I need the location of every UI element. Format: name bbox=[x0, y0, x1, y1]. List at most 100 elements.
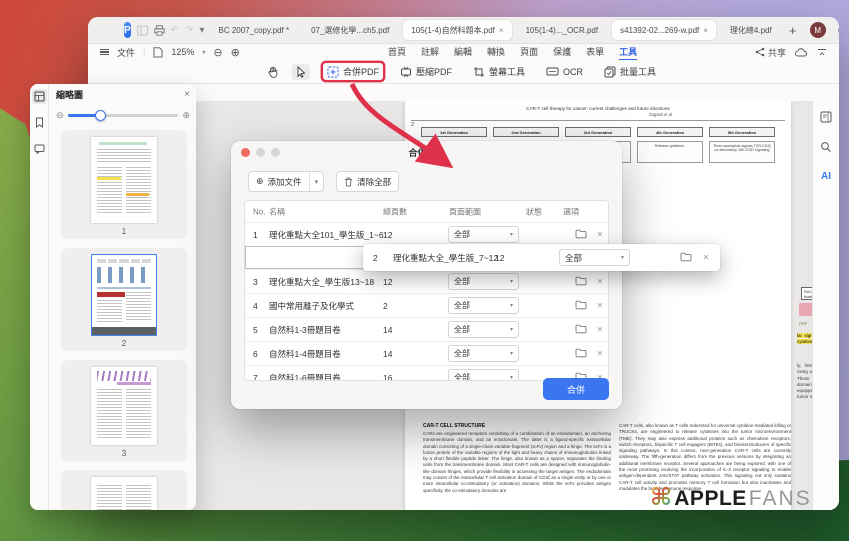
table-row[interactable]: 1 理化重點大全101_學生版_1~6 12 全部▾ × bbox=[245, 222, 608, 246]
search-icon[interactable] bbox=[820, 141, 832, 153]
file-menu-label[interactable]: 文件 bbox=[117, 46, 135, 59]
close-panel-icon[interactable]: × bbox=[184, 89, 190, 100]
slider-zoom-out-icon[interactable]: ⊖ bbox=[56, 110, 64, 121]
properties-panel-icon[interactable] bbox=[820, 111, 832, 123]
zoom-chevron-icon[interactable]: ▾ bbox=[202, 49, 205, 56]
range-dropdown[interactable]: 全部▾ bbox=[559, 249, 630, 266]
ocr-button[interactable]: OCR bbox=[542, 64, 587, 79]
hand-tool-icon[interactable] bbox=[267, 66, 279, 78]
thumbnail-card-3[interactable]: 3 bbox=[61, 360, 187, 461]
account-avatar[interactable]: M bbox=[810, 22, 826, 38]
tab-lihua4[interactable]: 理化總4.pdf bbox=[722, 20, 780, 40]
dialog-title: 合併PDF bbox=[231, 146, 622, 159]
slider-zoom-in-icon[interactable]: ⊕ bbox=[182, 110, 190, 121]
range-dropdown[interactable]: 全部▾ bbox=[448, 345, 519, 362]
zoom-out-icon[interactable]: ⊖ bbox=[213, 46, 222, 59]
close-tab-icon[interactable]: × bbox=[499, 26, 504, 35]
plus-icon: ⊕ bbox=[256, 176, 264, 187]
range-dropdown[interactable]: 全部▾ bbox=[448, 321, 519, 338]
command-icon: ⌘ bbox=[650, 486, 672, 510]
folder-icon[interactable] bbox=[575, 324, 587, 334]
folder-icon[interactable] bbox=[575, 300, 587, 310]
comments-icon[interactable] bbox=[32, 141, 47, 156]
ai-assistant-button[interactable]: AI bbox=[821, 171, 831, 182]
clear-all-label: 清除全部 bbox=[357, 176, 391, 188]
screen-tools-button[interactable]: 螢幕工具 bbox=[469, 63, 529, 80]
folder-icon[interactable] bbox=[575, 276, 587, 286]
tab-bc2007[interactable]: BC 2007_copy.pdf * bbox=[210, 20, 297, 40]
thumbnail-card-1[interactable]: 1 bbox=[61, 130, 187, 239]
table-row[interactable]: 6 自然科1-4冊題目卷 14 全部▾ × bbox=[245, 341, 608, 365]
batch-tools-button[interactable]: 批量工具 bbox=[600, 63, 660, 80]
folder-icon[interactable] bbox=[575, 229, 587, 239]
range-dropdown[interactable]: 全部▾ bbox=[448, 369, 519, 381]
remove-row-icon[interactable]: × bbox=[703, 252, 709, 263]
range-dropdown[interactable]: 全部▾ bbox=[448, 297, 519, 314]
add-files-dropdown-icon[interactable]: ▾ bbox=[309, 172, 324, 191]
thumbnail-card-4[interactable]: 4 bbox=[61, 470, 187, 510]
tab-convert[interactable]: 轉換 bbox=[487, 45, 505, 60]
generation-box: 4th Generation bbox=[637, 127, 703, 137]
tab-s41392[interactable]: s41392-02...269-w.pdf× bbox=[612, 20, 716, 40]
tab-home[interactable]: 首頁 bbox=[388, 45, 406, 60]
screen-tools-label: 螢幕工具 bbox=[489, 65, 525, 78]
tab-ch5[interactable]: 07_選修化學...ch5.pdf bbox=[303, 20, 397, 40]
remove-row-icon[interactable]: × bbox=[597, 276, 603, 287]
new-tab-button[interactable]: + bbox=[786, 23, 800, 37]
undo-icon[interactable]: ↶ bbox=[171, 23, 179, 37]
compress-pdf-button[interactable]: 壓縮PDF bbox=[396, 63, 456, 80]
zoom-in-icon[interactable]: ⊕ bbox=[231, 46, 240, 59]
share-label: 共享 bbox=[768, 46, 786, 59]
tab-tools[interactable]: 工具 bbox=[619, 45, 637, 60]
thumbnail-number: 1 bbox=[122, 227, 126, 236]
print-icon[interactable] bbox=[154, 23, 165, 37]
collapse-toolbar-icon[interactable] bbox=[817, 48, 827, 57]
tab-105-ocr[interactable]: 105(1-4)..._OCR.pdf bbox=[518, 20, 606, 40]
thumbnail-card-2[interactable]: 2 bbox=[61, 248, 187, 351]
folder-icon[interactable] bbox=[680, 252, 692, 262]
slider-handle[interactable] bbox=[95, 110, 106, 121]
range-dropdown[interactable]: 全部▾ bbox=[448, 273, 519, 290]
dragged-table-row[interactable]: 2 理化重點大全_學生版_7~12 12 全部▾ × bbox=[363, 244, 720, 271]
zoom-level-value[interactable]: 125% bbox=[171, 47, 194, 57]
table-row[interactable]: 4 國中常用離子及化學式 2 全部▾ × bbox=[245, 293, 608, 317]
close-tab-icon[interactable]: × bbox=[703, 26, 708, 35]
range-dropdown[interactable]: 全部▾ bbox=[448, 226, 519, 243]
remove-row-icon[interactable]: × bbox=[597, 300, 603, 311]
sync-icon[interactable] bbox=[836, 23, 839, 37]
table-row[interactable]: 3 理化重點大全_學生版13~18 12 全部▾ × bbox=[245, 269, 608, 293]
generation-note: Release cytokines. bbox=[637, 141, 703, 163]
slider-track[interactable] bbox=[68, 114, 179, 117]
thumbnail-image bbox=[91, 137, 157, 223]
page-fit-icon[interactable] bbox=[153, 47, 163, 58]
remove-row-icon[interactable]: × bbox=[597, 324, 603, 335]
file-menu-icon[interactable] bbox=[100, 47, 109, 57]
thumbnails-icon[interactable] bbox=[32, 89, 47, 104]
col-options: 選項 bbox=[563, 206, 579, 217]
remove-row-icon[interactable]: × bbox=[597, 229, 603, 240]
remove-row-icon[interactable]: × bbox=[597, 348, 603, 359]
tab-forms[interactable]: 表單 bbox=[586, 45, 604, 60]
tab-105-nature[interactable]: 105(1-4)自然科題本.pdf× bbox=[403, 20, 511, 40]
bookmarks-icon[interactable] bbox=[32, 115, 47, 130]
redo-icon[interactable]: ↷ bbox=[185, 23, 193, 37]
sidebar-toggle-icon[interactable] bbox=[137, 23, 148, 37]
folder-icon[interactable] bbox=[575, 348, 587, 358]
tab-annotate[interactable]: 註解 bbox=[421, 45, 439, 60]
window-tab-bar: P ↶ ↷ ▾ BC 2007_copy.pdf * 07_選修化學...ch5… bbox=[88, 17, 839, 44]
share-button[interactable]: 共享 bbox=[755, 46, 786, 59]
table-row[interactable]: 5 自然科1-3冊題目卷 14 全部▾ × bbox=[245, 317, 608, 341]
tab-pages[interactable]: 頁面 bbox=[520, 45, 538, 60]
merge-button[interactable]: 合併 bbox=[543, 378, 609, 400]
clear-all-button[interactable]: 清除全部 bbox=[336, 171, 399, 192]
batch-tools-label: 批量工具 bbox=[620, 65, 656, 78]
history-chevron-icon[interactable]: ▾ bbox=[199, 23, 204, 37]
tab-edit[interactable]: 編輯 bbox=[454, 45, 472, 60]
select-tool-icon[interactable] bbox=[292, 64, 310, 80]
add-files-button[interactable]: ⊕添加文件 ▾ bbox=[248, 171, 324, 192]
cloud-icon[interactable] bbox=[795, 48, 808, 57]
tools-toolbar: 合併PDF 壓縮PDF 螢幕工具 OCR 批量工具 bbox=[88, 60, 839, 84]
right-panel: AI bbox=[812, 101, 839, 510]
tab-protect[interactable]: 保護 bbox=[553, 45, 571, 60]
merge-pdf-button[interactable]: 合併PDF bbox=[323, 63, 383, 80]
